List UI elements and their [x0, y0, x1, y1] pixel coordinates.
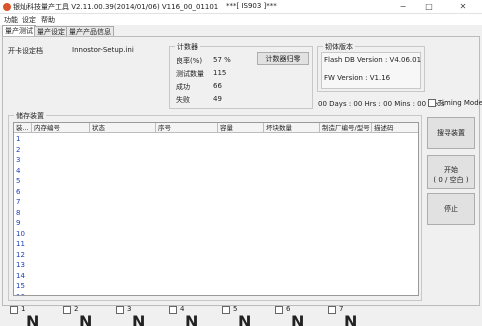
device-table-header: 装... 内存编号 状态 序号 容量 坏块数量 制造厂编号/型号 描述码 — [14, 123, 418, 133]
menu-function[interactable]: 功能 — [4, 15, 18, 25]
start-button[interactable]: 开始 ( 0 / 空白 ) — [427, 155, 475, 189]
start-button-sublabel: ( 0 / 空白 ) — [433, 175, 469, 184]
column-header[interactable]: 容量 — [218, 123, 264, 133]
port-checkbox-4[interactable] — [169, 306, 177, 314]
table-row[interactable]: 14 — [16, 272, 25, 280]
flash-db-version: Flash DB Version : V4.06.01 — [324, 56, 422, 64]
fw-version: FW Version : V1.16 — [324, 74, 391, 82]
port-status-5: N — [238, 312, 252, 326]
window-title: 银灿科技量产工具 V2.11.00.39(2014/01/06) V116_00… — [13, 3, 219, 11]
close-button[interactable]: ✕ — [452, 0, 474, 13]
test-count-value: 115 — [213, 69, 227, 77]
table-row[interactable]: 16 — [16, 293, 25, 296]
port-status-6: N — [291, 312, 305, 326]
title-bar: 银灿科技量产工具 V2.11.00.39(2014/01/06) V116_00… — [0, 0, 482, 14]
table-row[interactable]: 11 — [16, 240, 25, 248]
table-row[interactable]: 7 — [16, 198, 20, 206]
yield-value: 57 % — [213, 56, 231, 64]
column-header[interactable]: 制造厂编号/型号 — [320, 123, 372, 133]
firmware-title: 韧体版本 — [323, 42, 355, 52]
table-row[interactable]: 8 — [16, 209, 20, 217]
table-row[interactable]: 2 — [16, 146, 20, 154]
column-header[interactable]: 描述码 — [372, 123, 418, 133]
table-row[interactable]: 1 — [16, 135, 20, 143]
yield-label: 良率(%) — [176, 57, 203, 65]
port-checkbox-7[interactable] — [328, 306, 336, 314]
column-header[interactable]: 状态 — [90, 123, 156, 133]
menu-bar: 功能 设定 帮助 — [0, 14, 482, 25]
start-button-label: 开始 — [444, 165, 458, 174]
table-row[interactable]: 5 — [16, 177, 20, 185]
fail-label: 失败 — [176, 96, 190, 104]
column-header[interactable]: 序号 — [156, 123, 218, 133]
port-status-7: N — [344, 312, 358, 326]
port-checkbox-2[interactable] — [63, 306, 71, 314]
fail-value: 49 — [213, 95, 222, 103]
port-checkbox-6[interactable] — [275, 306, 283, 314]
menu-help[interactable]: 帮助 — [41, 15, 55, 25]
table-row[interactable]: 15 — [16, 282, 25, 290]
column-header[interactable]: 内存编号 — [32, 123, 90, 133]
port-label-7: 7 — [339, 305, 344, 313]
scan-devices-button[interactable]: 搜寻装置 — [427, 117, 475, 149]
minimize-button[interactable]: − — [392, 0, 414, 13]
app-logo-icon — [3, 3, 11, 11]
table-row[interactable]: 6 — [16, 188, 20, 196]
port-status-3: N — [132, 312, 146, 326]
port-checkbox-5[interactable] — [222, 306, 230, 314]
port-checkbox-1[interactable] — [10, 306, 18, 314]
port-status-4: N — [185, 312, 199, 326]
maximize-button[interactable]: □ — [418, 0, 440, 13]
table-row[interactable]: 10 — [16, 230, 25, 238]
controller-title: ***[ IS903 ]*** — [226, 2, 277, 10]
reset-counter-button[interactable]: 计数器归零 — [257, 52, 309, 65]
counter-title: 计数器 — [175, 42, 200, 52]
port-label-2: 2 — [74, 305, 79, 313]
firmware-info-box: Flash DB Version : V4.06.01 FW Version :… — [321, 52, 421, 89]
settings-file-label: 开卡设定档 — [8, 47, 43, 55]
port-label-5: 5 — [233, 305, 238, 313]
storage-devices-title: 储存装置 — [14, 111, 46, 121]
column-header[interactable]: 坏块数量 — [264, 123, 320, 133]
table-row[interactable]: 4 — [16, 167, 20, 175]
stop-button[interactable]: 停止 — [427, 193, 475, 225]
port-checkbox-3[interactable] — [116, 306, 124, 314]
table-row[interactable]: 3 — [16, 156, 20, 164]
table-row[interactable]: 12 — [16, 251, 25, 259]
column-header[interactable]: 装... — [14, 123, 32, 133]
success-label: 成功 — [176, 83, 190, 91]
test-count-label: 测试数量 — [176, 70, 204, 78]
port-label-1: 1 — [21, 305, 26, 313]
port-status-1: N — [26, 312, 40, 326]
counter-group: 计数器 良率(%) 57 % 测试数量 115 成功 66 失败 49 计数器归… — [169, 42, 313, 109]
timing-mode-checkbox[interactable] — [428, 99, 436, 107]
production-test-panel: 开卡设定档 Innostor-Setup.ini 计数器 良率(%) 57 % … — [2, 36, 482, 306]
menu-settings[interactable]: 设定 — [22, 15, 36, 25]
table-row[interactable]: 9 — [16, 219, 20, 227]
elapsed-timer: 00 Days : 00 Hrs : 00 Mins : 00 Secs — [318, 100, 445, 108]
firmware-group: 韧体版本 Flash DB Version : V4.06.01 FW Vers… — [317, 42, 425, 92]
port-label-6: 6 — [286, 305, 291, 313]
table-row[interactable]: 13 — [16, 261, 25, 269]
port-label-3: 3 — [127, 305, 132, 313]
timing-mode-label: Timing Mode — [438, 99, 482, 107]
device-table[interactable]: 装... 内存编号 状态 序号 容量 坏块数量 制造厂编号/型号 描述码 1 2… — [13, 122, 419, 296]
success-value: 66 — [213, 82, 222, 90]
port-label-4: 4 — [180, 305, 185, 313]
settings-file-value: Innostor-Setup.ini — [72, 46, 134, 54]
port-status-2: N — [79, 312, 93, 326]
